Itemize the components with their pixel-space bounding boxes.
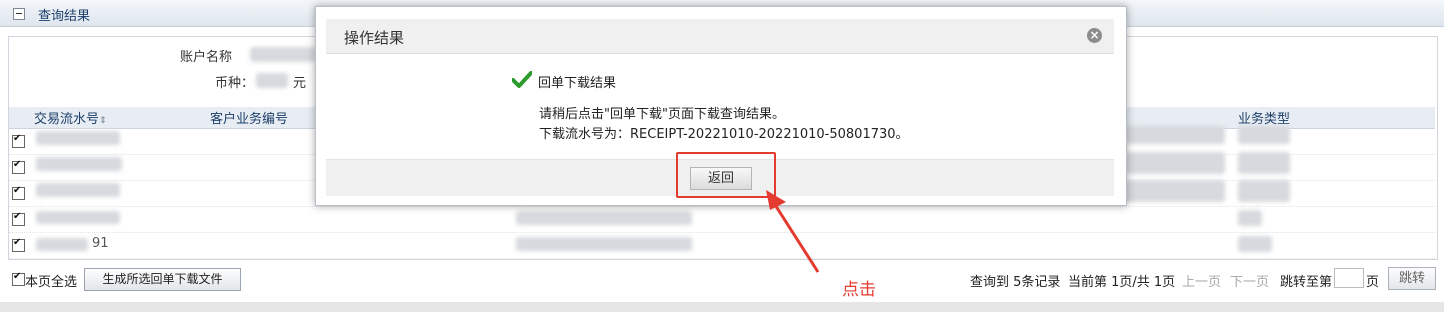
cell-blurred — [1125, 152, 1225, 174]
jump-button[interactable]: 跳转 — [1388, 267, 1436, 290]
select-all-label: 本页全选 — [25, 275, 78, 290]
bottom-strip — [0, 302, 1444, 312]
close-icon[interactable]: × — [1087, 28, 1102, 43]
cell-blurred — [1238, 180, 1290, 202]
row-checkbox[interactable] — [12, 133, 25, 148]
generate-download-button[interactable]: 生成所选回单下载文件 — [84, 268, 241, 291]
jump-to-label: 跳转至第 — [1280, 275, 1333, 290]
currency-unit: 元 — [293, 76, 307, 91]
prev-page-link[interactable]: 上一页 — [1182, 271, 1221, 290]
arrow-icon — [766, 190, 820, 273]
row-checkbox[interactable] — [12, 159, 25, 174]
cell-blurred — [1125, 180, 1225, 202]
currency-label: 币种： — [215, 76, 255, 91]
panel-title: 查询结果 — [38, 9, 91, 24]
click-annotation: 点击 — [842, 280, 876, 300]
column-header-serial[interactable]: 交易流水号⇕ — [34, 108, 107, 127]
account-name-label: 账户名称 — [180, 50, 233, 65]
select-all-checkbox[interactable] — [12, 271, 25, 286]
cell-blurred — [1238, 152, 1290, 174]
serial-cell-blurred — [36, 238, 88, 251]
collapse-icon[interactable] — [13, 8, 25, 20]
row-checkbox[interactable] — [12, 185, 25, 200]
serial-cell-blurred — [36, 131, 120, 145]
column-header-customer-ref: 客户业务编号 — [210, 112, 289, 127]
cell-blurred — [1238, 210, 1262, 226]
dialog-title: 操作结果 — [344, 29, 405, 47]
record-count: 查询到 5条记录 — [970, 275, 1061, 290]
result-message-line1: 请稍后点击"回单下载"页面下载查询结果。 — [539, 107, 785, 122]
next-page-link[interactable]: 下一页 — [1230, 271, 1269, 290]
cell-blurred — [516, 237, 692, 251]
page-number-input[interactable] — [1334, 268, 1364, 288]
serial-cell-blurred — [36, 157, 122, 171]
cell-blurred — [1238, 126, 1290, 144]
table-row[interactable] — [9, 232, 1435, 259]
check-icon — [512, 71, 532, 88]
column-header-business-type: 业务类型 — [1238, 112, 1291, 127]
result-message-line2: 下载流水号为：RECEIPT-20221010-20221010-5080173… — [539, 127, 909, 142]
serial-cell-blurred — [36, 183, 120, 197]
serial-cell-tail: 91 — [92, 236, 109, 251]
currency-value-blurred — [256, 73, 288, 88]
cell-blurred — [1238, 236, 1272, 252]
account-name-value-blurred — [250, 47, 316, 62]
cell-blurred — [516, 211, 692, 225]
dialog-header: 操作结果 × — [326, 19, 1114, 54]
row-checkbox[interactable] — [12, 211, 25, 226]
cell-blurred — [1125, 126, 1225, 144]
table-row[interactable] — [9, 206, 1435, 233]
row-checkbox[interactable] — [12, 237, 25, 252]
page-suffix: 页 — [1366, 275, 1380, 290]
page-info: 当前第 1页/共 1页 — [1068, 275, 1176, 290]
serial-cell-blurred — [36, 211, 120, 224]
result-status: 回单下载结果 — [538, 76, 617, 91]
